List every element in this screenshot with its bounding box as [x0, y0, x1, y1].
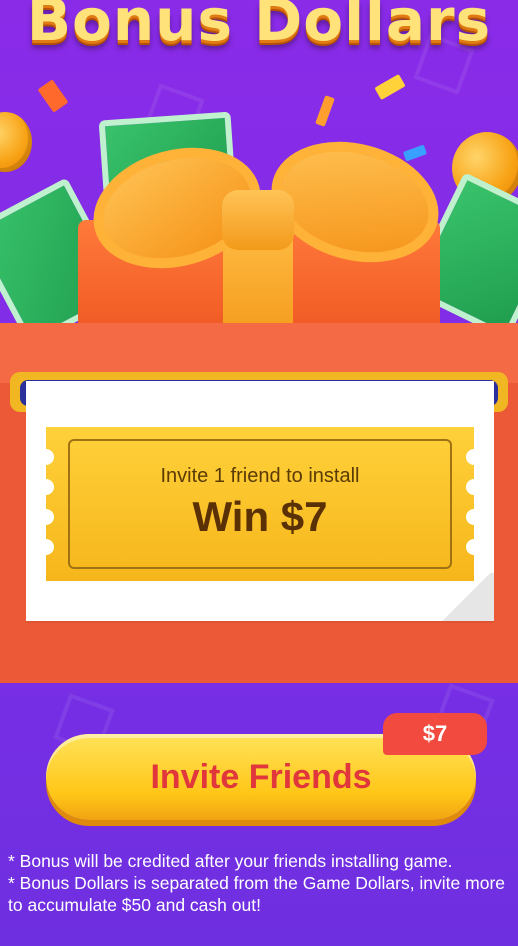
confetti-icon [402, 144, 428, 162]
gift-bow-knot [222, 190, 294, 250]
confetti-icon [374, 73, 406, 101]
invite-requirement-text: Invite 1 friend to install [160, 465, 360, 487]
note-separation: * Bonus Dollars is separated from the Ga… [8, 873, 506, 915]
reward-ticket: Invite 1 friend to install Win $7 [38, 427, 482, 581]
reward-amount-text: Win $7 [192, 493, 328, 540]
coin-icon [0, 112, 32, 172]
confetti-icon [37, 79, 69, 113]
page-title: Bonus Dollars [26, 0, 492, 54]
ticket-notch [466, 539, 482, 555]
terms-notes: * Bonus will be credited after your frie… [8, 850, 506, 916]
ticket-notch [466, 449, 482, 465]
note-credit: * Bonus will be credited after your frie… [8, 851, 453, 871]
ticket-notch [38, 539, 54, 555]
reward-badge: $7 [383, 713, 487, 755]
bonus-dollars-screen: Bonus Dollars Invite 1 friend to install… [0, 0, 518, 946]
ticket-notch [38, 449, 54, 465]
confetti-icon [315, 95, 335, 127]
